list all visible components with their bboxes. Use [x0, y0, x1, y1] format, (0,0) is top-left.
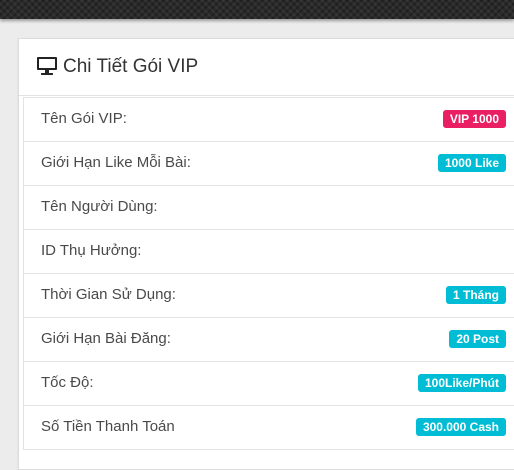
package-name-badge: VIP 1000	[442, 110, 506, 128]
monitor-icon	[36, 56, 58, 76]
detail-row-speed: Tốc Độ: 100Like/Phút	[23, 362, 514, 406]
vip-details-panel: Chi Tiết Gói VIP Tên Gói VIP: VIP 1000 G…	[18, 38, 514, 470]
row-label: Tên Người Dùng:	[41, 198, 158, 215]
row-label: Thời Gian Sử Dụng:	[41, 286, 176, 303]
payment-badge: 300.000 Cash	[415, 418, 506, 436]
detail-row-duration: Thời Gian Sử Dụng: 1 Tháng	[23, 274, 514, 318]
row-label: Giới Hạn Like Mỗi Bài:	[41, 154, 191, 171]
detail-row-like-limit: Giới Hạn Like Mỗi Bài: 1000 Like	[23, 142, 514, 186]
row-label: ID Thụ Hưởng:	[41, 242, 142, 259]
row-label: Số Tiền Thanh Toán	[41, 418, 175, 435]
duration-badge: 1 Tháng	[445, 286, 506, 304]
speed-badge: 100Like/Phút	[417, 374, 506, 392]
detail-row-payment: Số Tiền Thanh Toán 300.000 Cash	[23, 406, 514, 450]
detail-row-user-name: Tên Người Dùng:	[23, 186, 514, 230]
post-limit-badge: 20 Post	[449, 330, 506, 348]
row-label: Tên Gói VIP:	[41, 110, 127, 127]
top-navbar	[0, 0, 514, 19]
detail-row-beneficiary-id: ID Thụ Hưởng:	[23, 230, 514, 274]
like-limit-badge: 1000 Like	[437, 154, 506, 172]
panel-header: Chi Tiết Gói VIP	[19, 39, 514, 96]
row-label: Tốc Độ:	[41, 374, 94, 391]
detail-row-package-name: Tên Gói VIP: VIP 1000	[23, 98, 514, 142]
vip-details-list: Tên Gói VIP: VIP 1000 Giới Hạn Like Mỗi …	[23, 97, 514, 450]
panel-title: Chi Tiết Gói VIP	[63, 56, 199, 77]
detail-row-post-limit: Giới Hạn Bài Đăng: 20 Post	[23, 318, 514, 362]
row-label: Giới Hạn Bài Đăng:	[41, 330, 171, 347]
